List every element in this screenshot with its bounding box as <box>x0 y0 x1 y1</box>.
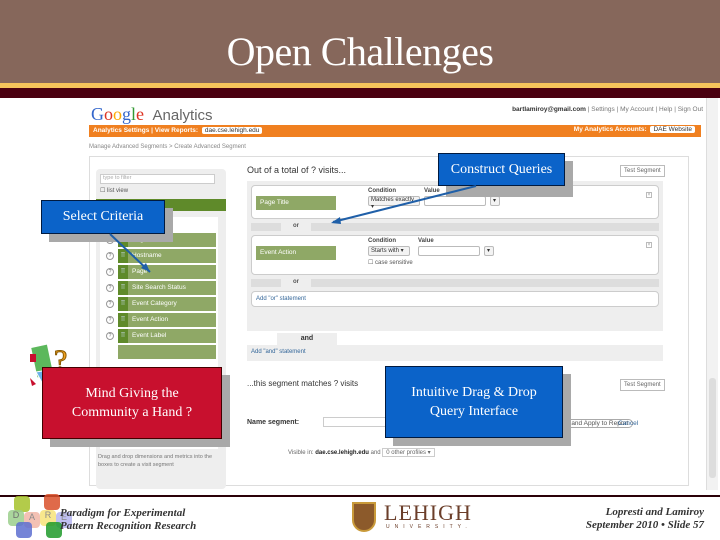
accounts-label: My Analytics Accounts: <box>573 126 647 133</box>
help-icon[interactable]: ? <box>106 284 114 292</box>
analytics-settings-link[interactable]: Analytics Settings <box>93 127 149 134</box>
name-segment-label: Name segment: <box>247 419 300 426</box>
add-and-statement-link[interactable]: Add "and" statement <box>247 345 663 361</box>
drag-handle-icon[interactable]: ⠿ <box>118 313 128 327</box>
settings-link[interactable]: Settings <box>591 106 615 113</box>
value-input[interactable] <box>418 246 480 256</box>
value-dropdown-icon[interactable]: ▾ <box>490 196 500 206</box>
user-email: bartlamiroy@gmail.com <box>512 106 586 113</box>
filter-input[interactable]: type to filter <box>100 174 215 184</box>
breadcrumb: Manage Advanced Segments > Create Advanc… <box>89 144 246 150</box>
drag-handle-icon[interactable]: ⠿ <box>118 329 128 343</box>
help-icon[interactable]: ? <box>106 268 114 276</box>
slide-title: Open Challenges <box>226 29 494 74</box>
view-reports-label: View Reports: <box>154 127 199 134</box>
scrollbar-thumb[interactable] <box>709 378 716 478</box>
drag-handle-icon[interactable]: ⠿ <box>118 265 128 279</box>
callout-mind-giving: Mind Giving the Community a Hand ? <box>42 367 230 447</box>
remove-condition-icon[interactable]: × <box>646 192 652 198</box>
page-scrollbar[interactable] <box>706 98 718 490</box>
profile-select[interactable]: dae.cse.lehigh.edu <box>201 127 263 134</box>
value-dropdown-icon[interactable]: ▾ <box>484 246 494 256</box>
callout-construct-queries: Construct Queries <box>438 153 573 197</box>
other-profiles-select[interactable]: 0 other profiles ▾ <box>382 448 435 457</box>
my-account-link[interactable]: My Account <box>620 106 654 113</box>
help-icon[interactable]: ? <box>106 300 114 308</box>
or-separator: or <box>251 223 659 231</box>
segment-matches-text: ...this segment matches ? visits <box>247 379 359 388</box>
help-icon[interactable]: ? <box>106 332 114 340</box>
dimension-item[interactable] <box>106 345 216 359</box>
condition-dimension[interactable]: Event Action <box>256 246 336 260</box>
or-separator: or <box>251 279 659 287</box>
cancel-link[interactable]: Cancel <box>618 420 638 427</box>
dimension-item[interactable]: ? ⠿ Event Action <box>106 313 216 327</box>
dimension-item[interactable]: ? ⠿ Event Label <box>106 329 216 343</box>
test-segment-button[interactable]: Test Segment <box>620 165 665 177</box>
help-link[interactable]: Help <box>659 106 672 113</box>
dimension-item[interactable]: ? ⠿ Hostname <box>106 249 216 263</box>
callout-select-criteria: Select Criteria <box>41 200 173 242</box>
callout-drag-drop: Intuitive Drag & Drop Query Interface <box>385 366 571 446</box>
condition-select[interactable]: Starts with ▾ <box>368 246 410 256</box>
sign-out-link[interactable]: Sign Out <box>678 106 703 113</box>
total-visits-heading: Out of a total of ? visits... <box>247 165 347 175</box>
drag-hint: Drag and drop dimensions and metrics int… <box>98 454 213 468</box>
dimension-item[interactable]: ? ⠿ Page <box>106 265 216 279</box>
dimension-item[interactable]: ? ⠿ Event Category <box>106 297 216 311</box>
drag-handle-icon[interactable]: ⠿ <box>118 281 128 295</box>
remove-condition-icon[interactable]: × <box>646 242 652 248</box>
drag-handle-icon[interactable]: ⠿ <box>118 249 128 263</box>
segment-conditions: Page Title Condition Value Matches exact… <box>247 181 663 331</box>
footer-authors: Lopresti and Lamiroy <box>605 506 704 518</box>
visible-in-row: Visible in: dae.cse.lehigh.edu and 0 oth… <box>288 448 435 457</box>
accounts-select[interactable]: DAE Website <box>650 126 695 133</box>
slide-title-bar: Open Challenges <box>0 0 720 83</box>
ga-nav-bar: Analytics Settings | View Reports: dae.c… <box>89 125 701 137</box>
help-icon[interactable]: ? <box>106 252 114 260</box>
drag-handle-icon[interactable]: ⠿ <box>118 297 128 311</box>
footer-divider <box>0 495 720 497</box>
condition-row: Event Action Condition Value Starts with… <box>251 235 659 275</box>
maroon-divider <box>0 88 720 98</box>
footer-project-name: Paradigm for Experimental Pattern Recogn… <box>60 507 197 532</box>
account-links: bartlamiroy@gmail.com | Settings | My Ac… <box>512 106 703 113</box>
list-view-checkbox[interactable]: ☐ list view <box>100 187 128 194</box>
footer-slide-number: September 2010 • Slide 57 <box>585 519 704 531</box>
lehigh-shield-icon <box>352 502 376 532</box>
footer-credits: Lopresti and Lamiroy September 2010 • Sl… <box>586 506 704 532</box>
google-analytics-logo: Google Analytics <box>91 104 213 124</box>
case-sensitive-checkbox[interactable]: ☐ case sensitive <box>368 259 413 266</box>
and-separator: and <box>277 333 337 345</box>
add-or-statement-link[interactable]: Add "or" statement <box>251 291 659 307</box>
condition-dimension[interactable]: Page Title <box>256 196 336 210</box>
dimension-item[interactable]: ? ⠿ Site Search Status <box>106 281 216 295</box>
test-segment-button[interactable]: Test Segment <box>620 379 665 391</box>
dare-blocks-logo: D A R E <box>4 488 72 538</box>
condition-select[interactable]: Matches exactly ▾ <box>368 196 420 210</box>
help-icon[interactable]: ? <box>106 316 114 324</box>
value-input[interactable] <box>424 196 486 206</box>
